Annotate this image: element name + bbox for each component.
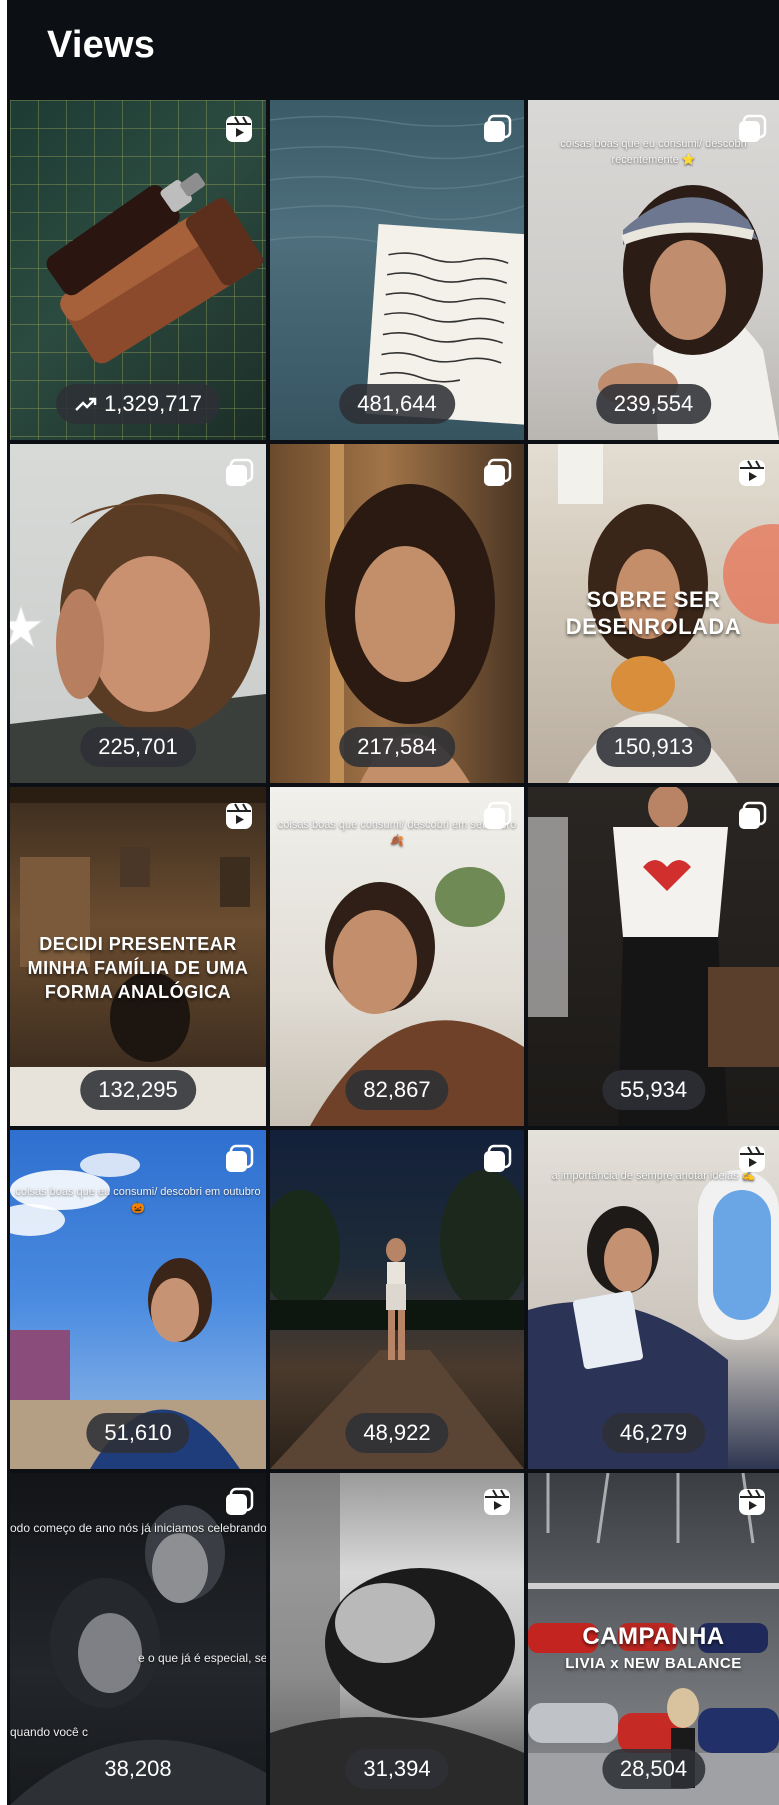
view-count: 225,701 [98, 734, 178, 759]
grid-tile[interactable]: 1,329,717 [10, 100, 266, 440]
reels-icon [224, 114, 254, 144]
grid-tile[interactable]: coisas boas que consumi/ descobri em set… [270, 787, 524, 1126]
view-count: 31,394 [363, 1756, 431, 1781]
grid-tile[interactable]: 55,934 [528, 787, 779, 1126]
grid-tile[interactable]: 225,701 [10, 444, 266, 783]
view-count-badge: 55,934 [601, 1070, 706, 1110]
grid-tile[interactable]: 217,584 [270, 444, 524, 783]
multi-post-icon [224, 1144, 254, 1174]
multi-post-icon [737, 114, 767, 144]
grid-tile[interactable]: coisas boas que eu consumi/ descobri em … [10, 1130, 266, 1469]
overlay-caption-line-2: e o que já é especial, se to [138, 1651, 266, 1665]
overlay-caption: SOBRE SER DESENROLADA [565, 587, 742, 639]
view-count-badge: 225,701 [80, 727, 196, 767]
reels-icon [482, 1487, 512, 1517]
view-count-badge: 82,867 [345, 1070, 449, 1110]
view-count-badge: 1,329,717 [56, 384, 220, 424]
grid-tile[interactable]: SOBRE SER DESENROLADA 150,913 [528, 444, 779, 783]
multi-post-icon [482, 801, 512, 831]
reels-grid: 1,329,717 481,644 coisas boas que eu con… [10, 100, 779, 1805]
view-count-badge: 132,295 [80, 1070, 196, 1110]
multi-post-icon [737, 801, 767, 831]
view-count-badge: 46,279 [601, 1413, 706, 1453]
multi-post-icon [482, 114, 512, 144]
view-count: 28,504 [619, 1756, 688, 1781]
grid-tile[interactable]: CAMPANHA LIVIA x NEW BALANCE 28,504 [528, 1473, 779, 1805]
overlay-caption-line-2: LIVIA x NEW BALANCE [565, 1655, 742, 1672]
view-count-badge: 239,554 [595, 384, 712, 424]
multi-post-icon [224, 1487, 254, 1517]
view-count: 48,922 [363, 1420, 431, 1445]
grid-tile[interactable]: a importância de sempre anotar ideias ✍️… [528, 1130, 779, 1469]
multi-post-icon [482, 1144, 512, 1174]
reels-icon [737, 1144, 767, 1174]
grid-tile[interactable]: 48,922 [270, 1130, 524, 1469]
view-count-badge: 31,394 [345, 1749, 449, 1789]
page-title: Views [47, 24, 156, 66]
view-count-badge: 48,922 [345, 1413, 449, 1453]
view-count-badge: 481,644 [339, 384, 455, 424]
view-count: 239,554 [613, 391, 694, 416]
overlay-caption: coisas boas que eu consumi/ descobri em … [15, 1186, 261, 1214]
view-count-badge: 38,208 [86, 1749, 190, 1789]
view-count: 150,913 [613, 734, 694, 759]
reels-icon [737, 1487, 767, 1517]
overlay-caption-line-3: quando você c [10, 1725, 89, 1739]
view-count: 1,329,717 [104, 391, 202, 416]
overlay-caption: odo começo de ano nós já iniciamos celeb… [10, 1521, 266, 1535]
grid-tile[interactable]: coisas boas que eu consumi/ descobri rec… [528, 100, 779, 440]
trending-up-icon [75, 397, 97, 411]
view-count: 51,610 [104, 1420, 172, 1445]
multi-post-icon [482, 458, 512, 488]
view-count: 82,867 [363, 1077, 431, 1102]
grid-tile[interactable]: DECIDI PRESENTEAR MINHA FAMÍLIA DE UMA F… [10, 787, 266, 1126]
view-count: 46,279 [619, 1420, 688, 1445]
grid-tile[interactable]: 481,644 [270, 100, 524, 440]
view-count-badge: 28,504 [601, 1749, 706, 1789]
overlay-caption: DECIDI PRESENTEAR MINHA FAMÍLIA DE UMA F… [27, 934, 249, 1002]
grid-tile[interactable]: 31,394 [270, 1473, 524, 1805]
overlay-caption: CAMPANHA [582, 1623, 725, 1650]
grid-tile[interactable]: odo começo de ano nós já iniciamos celeb… [10, 1473, 266, 1805]
view-count: 55,934 [619, 1077, 688, 1102]
multi-post-icon [224, 458, 254, 488]
view-count: 132,295 [98, 1077, 178, 1102]
star-sticker-icon [10, 604, 44, 649]
view-count-badge: 217,584 [339, 727, 455, 767]
reels-icon [224, 801, 254, 831]
view-count: 38,208 [104, 1756, 172, 1781]
view-count-badge: 150,913 [595, 727, 712, 767]
view-count: 481,644 [357, 391, 437, 416]
view-count: 217,584 [357, 734, 437, 759]
view-count-badge: 51,610 [86, 1413, 190, 1453]
reels-icon [737, 458, 767, 488]
